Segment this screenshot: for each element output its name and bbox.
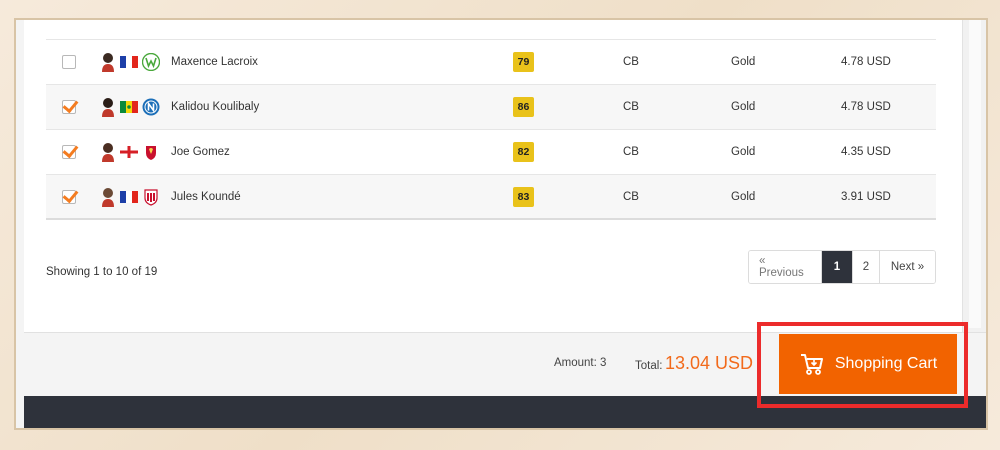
players-panel: Maxence Lacroix 79 CB Gold 4.78 USD Kali… <box>24 20 962 332</box>
cart-icon <box>800 354 823 375</box>
footer-dark-bar <box>24 396 986 428</box>
player-rating-badge: 82 <box>513 142 534 162</box>
player-position: CB <box>623 101 639 113</box>
row-checkbox[interactable] <box>62 100 76 114</box>
player-position: CB <box>623 190 639 203</box>
player-face-icon <box>102 53 114 72</box>
player-face-icon <box>102 187 114 207</box>
wolfsburg-club-icon <box>141 52 161 72</box>
player-position: CB <box>623 146 639 158</box>
player-version: Gold <box>731 101 756 113</box>
fr-flag-icon <box>120 56 138 68</box>
player-name[interactable]: Kalidou Koulibaly <box>171 101 259 113</box>
player-name[interactable]: Maxence Lacroix <box>171 56 258 68</box>
player-price: 4.78 USD <box>841 56 891 68</box>
content-area: Maxence Lacroix 79 CB Gold 4.78 USD Kali… <box>14 18 988 430</box>
pagination-page-2[interactable]: 2 <box>853 251 880 283</box>
table-top-rule <box>46 20 936 40</box>
amount-count: Amount: 3 <box>554 357 607 369</box>
table-row[interactable]: Kalidou Koulibaly 86 CB Gold 4.78 USD <box>46 85 936 130</box>
player-rating-badge: 79 <box>513 52 534 72</box>
page-frame: Maxence Lacroix 79 CB Gold 4.78 USD Kali… <box>0 0 1000 450</box>
player-face-icon <box>102 143 114 162</box>
cart-summary-bar: Amount: 3 Total: 13.04 USD Shopping Cart <box>24 332 986 396</box>
row-checkbox[interactable] <box>62 55 76 69</box>
en-flag-icon <box>120 146 138 158</box>
player-face-icon <box>102 98 114 117</box>
napoli-club-icon <box>142 98 160 116</box>
table-row[interactable]: Maxence Lacroix 79 CB Gold 4.78 USD <box>46 40 936 85</box>
shopping-cart-button[interactable]: Shopping Cart <box>779 334 957 394</box>
pagination: « Previous 1 2 Next » <box>748 250 936 284</box>
player-price: 4.78 USD <box>841 101 891 113</box>
player-position: CB <box>623 56 639 68</box>
pagination-page-1[interactable]: 1 <box>822 251 853 283</box>
player-name[interactable]: Joe Gomez <box>171 146 230 158</box>
table-row[interactable]: Jules Koundé 83 CB Gold 3.91 USD <box>46 175 936 220</box>
liverpool-club-icon <box>142 143 160 161</box>
player-rating-badge: 86 <box>513 97 534 117</box>
player-rating-badge: 83 <box>513 186 534 207</box>
player-price: 4.35 USD <box>841 146 891 158</box>
player-version: Gold <box>731 190 756 203</box>
player-name[interactable]: Jules Koundé <box>171 191 241 203</box>
fr-flag-icon <box>120 190 138 203</box>
sevilla-club-icon <box>142 188 160 206</box>
pagination-next[interactable]: Next » <box>880 251 935 283</box>
table-footer: Showing 1 to 10 of 19 « Previous 1 2 Nex… <box>46 250 936 300</box>
table-row[interactable]: Joe Gomez 82 CB Gold 4.35 USD <box>46 130 936 175</box>
player-price: 3.91 USD <box>841 190 891 203</box>
shopping-cart-label: Shopping Cart <box>834 355 938 372</box>
player-version: Gold <box>731 146 756 158</box>
player-version: Gold <box>731 56 756 68</box>
row-checkbox[interactable] <box>62 189 76 204</box>
row-checkbox[interactable] <box>62 145 76 159</box>
total-value: 13.04 USD <box>665 353 754 373</box>
total-label: Total: <box>635 360 663 372</box>
scrollbar[interactable] <box>962 20 986 332</box>
sn-flag-icon <box>120 101 138 113</box>
showing-count: Showing 1 to 10 of 19 <box>46 266 158 278</box>
pagination-previous[interactable]: « Previous <box>749 251 822 283</box>
scrollbar-thumb[interactable] <box>969 20 981 328</box>
players-table: Maxence Lacroix 79 CB Gold 4.78 USD Kali… <box>46 20 936 220</box>
